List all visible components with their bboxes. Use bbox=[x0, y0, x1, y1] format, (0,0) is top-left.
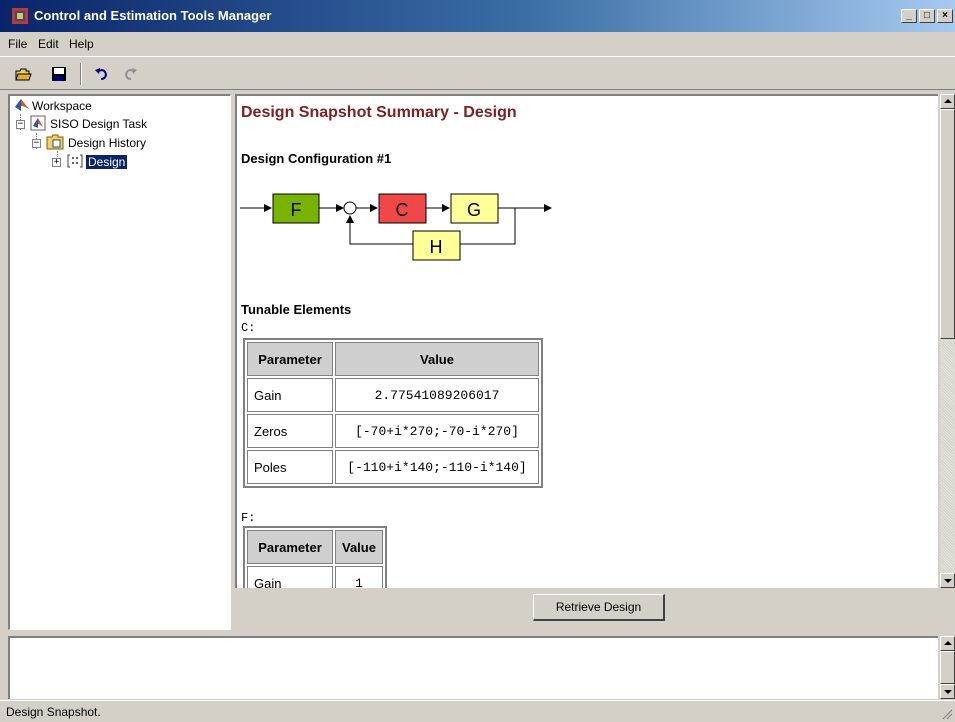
design-configuration-label: Design Configuration #1 bbox=[241, 151, 392, 166]
scroll-down-button[interactable] bbox=[940, 684, 955, 699]
tunable-elements-label: Tunable Elements bbox=[241, 302, 352, 317]
scroll-thumb[interactable] bbox=[940, 109, 955, 339]
table-cell: Poles bbox=[247, 450, 333, 484]
toolbar-separator bbox=[80, 63, 82, 85]
project-tree: Workspace − SISO Design Task − Design Hi… bbox=[8, 94, 231, 630]
maximize-button[interactable]: □ bbox=[919, 9, 935, 23]
siso-task-icon bbox=[30, 115, 46, 131]
status-bar: Design Snapshot. bbox=[0, 700, 955, 722]
expand-toggle[interactable]: + bbox=[52, 158, 61, 167]
up-arrow-icon bbox=[944, 641, 952, 645]
down-arrow-icon bbox=[944, 690, 952, 694]
table-cell: 1 bbox=[335, 566, 383, 588]
table-cell: Gain bbox=[247, 566, 333, 588]
menu-file[interactable]: File bbox=[8, 37, 27, 51]
redo-icon[interactable] bbox=[121, 65, 139, 83]
tree-item-design[interactable]: + Design bbox=[52, 153, 212, 171]
title-bar: Control and Estimation Tools Manager _ □… bbox=[0, 0, 955, 32]
block-h-label: H bbox=[430, 237, 443, 257]
open-folder-icon[interactable] bbox=[14, 65, 32, 83]
tree-item-design-history[interactable]: − Design History bbox=[32, 134, 232, 152]
table-header-row: Parameter Value bbox=[247, 342, 539, 376]
down-arrow-icon bbox=[944, 579, 952, 583]
table-cell: 2.77541089206017 bbox=[335, 378, 539, 412]
window-controls: _ □ × bbox=[901, 9, 953, 23]
tree-item-label: Workspace bbox=[32, 99, 92, 113]
minimize-button[interactable]: _ bbox=[901, 9, 917, 23]
table-row: Zeros [-70+i*270;-70-i*270] bbox=[247, 414, 539, 448]
menu-bar: File Edit Help bbox=[0, 32, 955, 56]
column-header: Value bbox=[335, 342, 539, 376]
scroll-up-button[interactable] bbox=[940, 94, 955, 109]
output-scrollbar[interactable] bbox=[940, 636, 955, 699]
table-cell: Gain bbox=[247, 378, 333, 412]
tree-item-label: Design History bbox=[68, 136, 147, 150]
undo-icon[interactable] bbox=[93, 65, 111, 83]
block-c-label: C bbox=[396, 200, 409, 220]
column-header: Parameter bbox=[247, 342, 333, 376]
save-icon[interactable] bbox=[50, 65, 68, 83]
scroll-down-button[interactable] bbox=[940, 573, 955, 588]
menu-help[interactable]: Help bbox=[69, 37, 94, 51]
toolbar bbox=[0, 56, 955, 90]
f-label: F: bbox=[241, 511, 256, 525]
summing-junction bbox=[343, 201, 357, 215]
tree-item-siso-design-task[interactable]: − SISO Design Task bbox=[16, 115, 216, 133]
table-cell: Zeros bbox=[247, 414, 333, 448]
tree-item-label: Design bbox=[86, 155, 128, 169]
menu-edit[interactable]: Edit bbox=[38, 37, 59, 51]
block-diagram: F C G H bbox=[240, 193, 552, 261]
column-header: Parameter bbox=[247, 530, 333, 564]
content-scrollbar[interactable] bbox=[940, 94, 955, 588]
table-row: Poles [-110+i*140;-110-i*140] bbox=[247, 450, 539, 484]
window-title: Control and Estimation Tools Manager bbox=[34, 8, 272, 23]
close-button[interactable]: × bbox=[937, 9, 953, 23]
table-cell: [-70+i*270;-70-i*270] bbox=[335, 414, 539, 448]
table-row: Gain 2.77541089206017 bbox=[247, 378, 539, 412]
table-cell: [-110+i*140;-110-i*140] bbox=[335, 450, 539, 484]
collapse-toggle[interactable]: − bbox=[32, 139, 41, 148]
c-label: C: bbox=[241, 321, 256, 335]
folder-icon bbox=[46, 134, 64, 150]
design-snapshot-icon bbox=[67, 154, 83, 168]
table-row: Gain 1 bbox=[247, 566, 383, 588]
f-parameter-table: Parameter Value Gain 1 bbox=[243, 526, 387, 588]
status-text: Design Snapshot. bbox=[6, 705, 101, 719]
resize-grip-icon[interactable] bbox=[941, 708, 953, 720]
button-bar: Retrieve Design bbox=[235, 588, 955, 630]
up-arrow-icon bbox=[944, 99, 952, 103]
scroll-thumb[interactable] bbox=[940, 651, 955, 684]
tree-item-workspace[interactable]: Workspace bbox=[14, 97, 214, 115]
snapshot-summary-panel: Design Snapshot Summary - Design Design … bbox=[235, 94, 938, 588]
app-icon bbox=[12, 8, 28, 24]
block-f-label: F bbox=[291, 200, 302, 220]
block-g-label: G bbox=[467, 200, 481, 220]
scroll-up-button[interactable] bbox=[940, 636, 955, 651]
c-parameter-table: Parameter Value Gain 2.77541089206017 Ze… bbox=[243, 338, 543, 488]
output-log[interactable] bbox=[8, 636, 938, 699]
retrieve-design-button[interactable]: Retrieve Design bbox=[533, 594, 665, 621]
matlab-logo-icon bbox=[15, 99, 29, 111]
column-header: Value bbox=[335, 530, 383, 564]
collapse-toggle[interactable]: − bbox=[16, 120, 25, 129]
tree-item-label: SISO Design Task bbox=[50, 117, 148, 131]
table-header-row: Parameter Value bbox=[247, 530, 383, 564]
page-title: Design Snapshot Summary - Design bbox=[241, 104, 517, 121]
